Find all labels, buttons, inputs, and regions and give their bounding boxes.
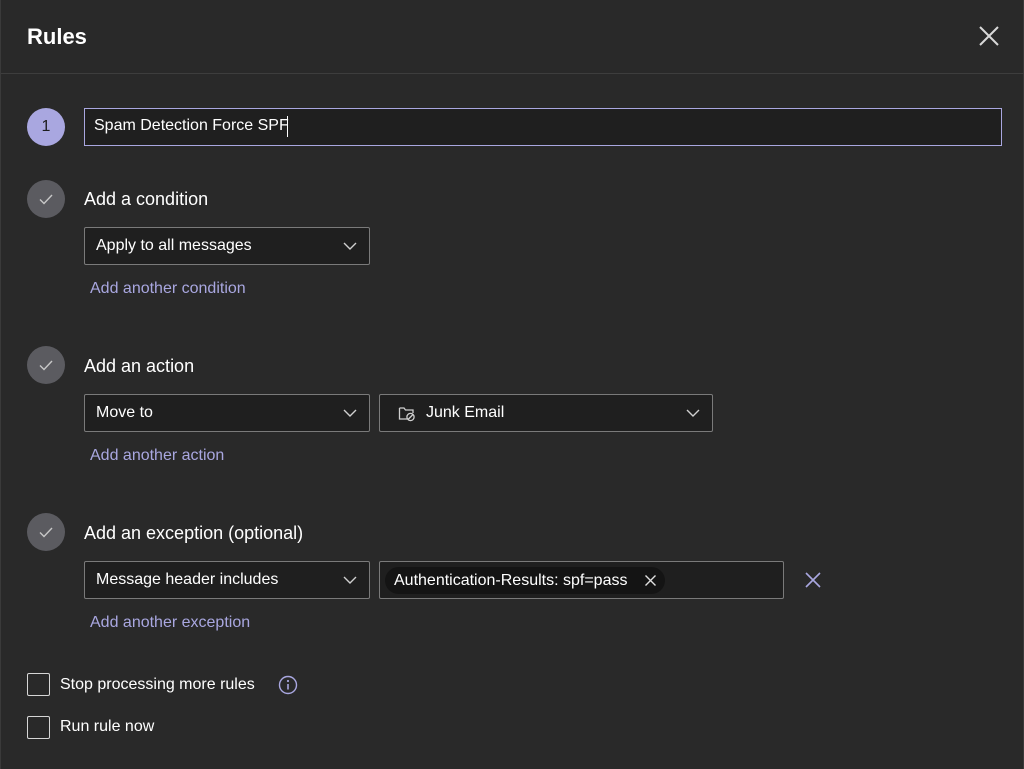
remove-exception-icon[interactable] (804, 571, 822, 589)
add-exception-link[interactable]: Add another exception (90, 614, 250, 632)
info-icon[interactable] (278, 675, 298, 695)
header-value-input[interactable]: Authentication-Results: spf=pass (379, 561, 784, 599)
exception-title: Add an exception (optional) (84, 523, 304, 543)
chevron-down-icon (343, 576, 357, 584)
chevron-down-icon (343, 242, 357, 250)
folder-dropdown[interactable]: Junk Email (379, 394, 713, 432)
condition-title: Add a condition (84, 189, 209, 209)
rule-name-input[interactable] (84, 108, 1002, 146)
folder-dropdown-value: Junk Email (426, 404, 505, 421)
close-button[interactable] (975, 22, 1003, 50)
condition-dropdown-value: Apply to all messages (96, 237, 252, 254)
junk-folder-icon (398, 407, 415, 422)
add-action-link[interactable]: Add another action (90, 447, 224, 465)
text-caret (287, 116, 288, 137)
checkmark-icon (39, 194, 53, 205)
exception-dropdown[interactable]: Message header includes (84, 561, 370, 599)
rules-dialog: Rules 1 Spam Detection Force SPF Add a c… (0, 0, 1024, 769)
run-rule-now-label: Run rule now (60, 718, 155, 735)
dialog-header: Rules (1, 0, 1024, 74)
close-icon (979, 26, 999, 46)
action-title: Add an action (84, 356, 195, 376)
action-check-badge (27, 346, 65, 384)
remove-tag-icon[interactable] (644, 574, 657, 587)
run-rule-now-checkbox[interactable] (27, 716, 50, 739)
action-dropdown-value: Move to (96, 404, 153, 421)
exception-dropdown-value: Message header includes (96, 571, 279, 588)
header-tag-label: Authentication-Results: spf=pass (394, 571, 628, 589)
checkmark-icon (39, 360, 53, 371)
stop-processing-checkbox[interactable] (27, 673, 50, 696)
exception-check-badge (27, 513, 65, 551)
step-number-badge: 1 (27, 108, 65, 146)
condition-check-badge (27, 180, 65, 218)
dialog-title: Rules (27, 24, 87, 49)
condition-dropdown[interactable]: Apply to all messages (84, 227, 370, 265)
chevron-down-icon (343, 409, 357, 417)
header-tag-chip: Authentication-Results: spf=pass (385, 567, 666, 594)
stop-processing-label: Stop processing more rules (60, 676, 255, 693)
checkmark-icon (39, 527, 53, 538)
add-condition-link[interactable]: Add another condition (90, 280, 246, 298)
action-dropdown[interactable]: Move to (84, 394, 370, 432)
chevron-down-icon (686, 409, 700, 417)
